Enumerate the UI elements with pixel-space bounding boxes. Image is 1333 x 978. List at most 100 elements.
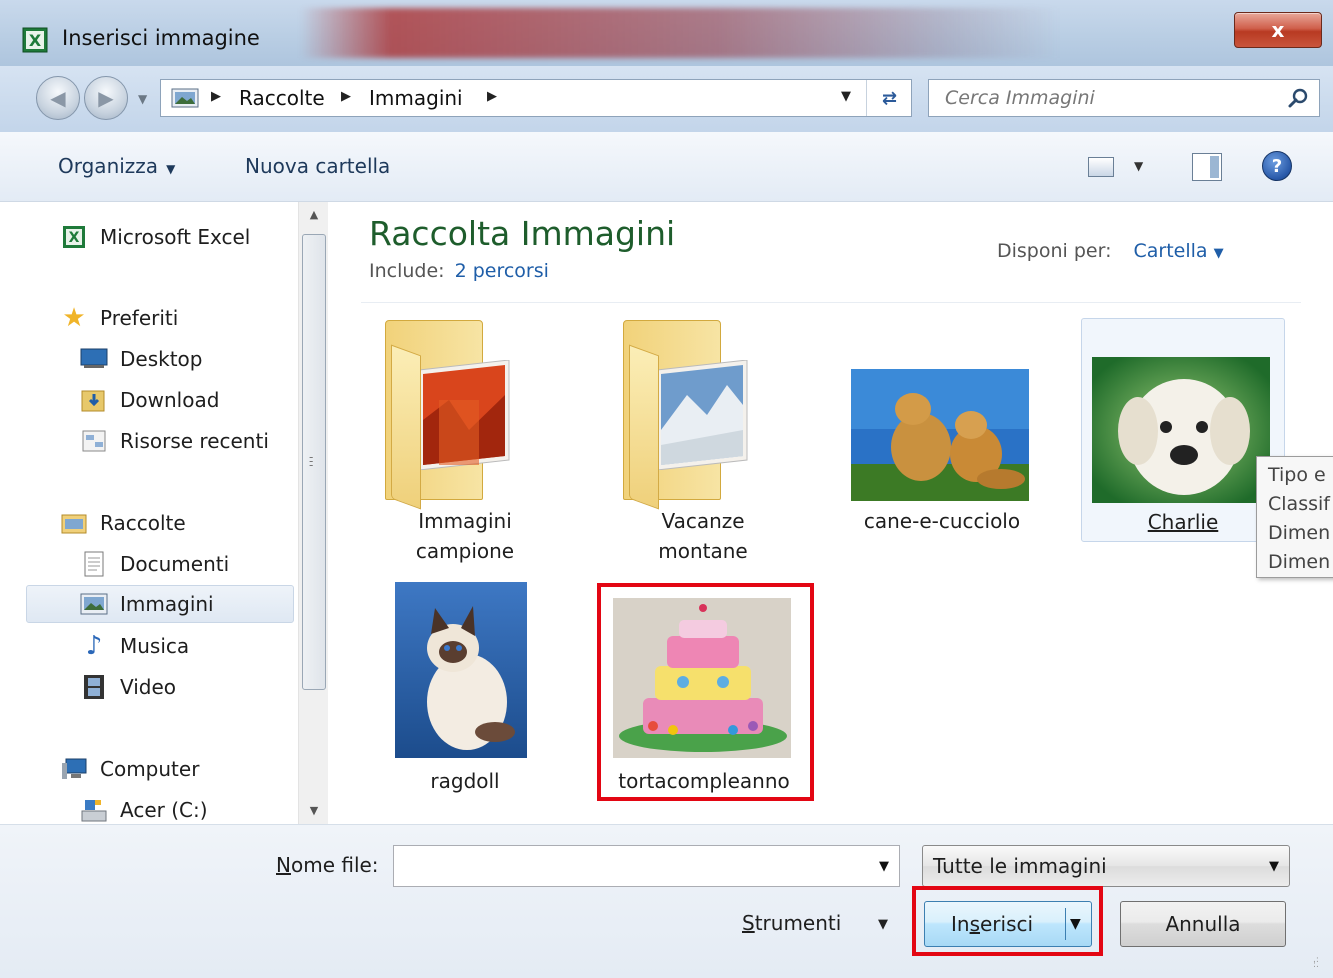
nav-item-label: Acer (C:) bbox=[120, 798, 208, 822]
chevron-down-icon: ▼ bbox=[166, 162, 176, 176]
libraries-icon bbox=[60, 510, 88, 536]
nav-item-label: Desktop bbox=[120, 347, 203, 371]
scroll-up-icon[interactable]: ▲ bbox=[299, 202, 329, 228]
search-icon[interactable] bbox=[1287, 87, 1309, 109]
breadcrumb-separator-icon[interactable]: ▶ bbox=[487, 89, 497, 104]
organize-label: Organizza bbox=[58, 154, 159, 178]
nav-item-excel[interactable]: X Microsoft Excel bbox=[60, 218, 250, 256]
chevron-down-icon[interactable]: ▼ bbox=[879, 859, 889, 874]
resize-grip-icon[interactable]: .::. bbox=[1313, 956, 1327, 972]
video-icon bbox=[80, 674, 108, 700]
filename-input[interactable] bbox=[394, 846, 854, 886]
cancel-button[interactable]: Annulla bbox=[1120, 901, 1286, 947]
folder-item[interactable]: Immagini campione bbox=[361, 314, 569, 564]
address-dropdown-icon[interactable]: ▼ bbox=[841, 89, 851, 104]
filename-field[interactable]: ▼ bbox=[393, 845, 900, 887]
tooltip-line: Tipo e bbox=[1268, 464, 1326, 486]
nav-item-label: Raccolte bbox=[100, 511, 186, 535]
scrollbar-thumb[interactable]: --- bbox=[302, 234, 326, 690]
nav-item-label: Microsoft Excel bbox=[100, 225, 251, 249]
nav-item-music[interactable]: ♪ Musica bbox=[80, 627, 189, 665]
nav-item-documents[interactable]: Documenti bbox=[80, 545, 229, 583]
folder-photo-thumbnail bbox=[657, 360, 748, 470]
new-folder-button[interactable]: Nuova cartella bbox=[245, 154, 390, 178]
computer-icon bbox=[60, 756, 88, 782]
search-box[interactable] bbox=[928, 79, 1320, 117]
nav-item-computer[interactable]: Computer bbox=[60, 750, 199, 788]
help-icon[interactable]: ? bbox=[1262, 151, 1292, 181]
tools-menu[interactable]: Strumenti bbox=[742, 911, 841, 935]
nav-item-label: Computer bbox=[100, 757, 200, 781]
chevron-down-icon[interactable]: ▼ bbox=[878, 917, 888, 932]
highlight-box-insert bbox=[912, 886, 1103, 956]
item-tooltip: Tipo e Classif Dimen Dimen bbox=[1256, 456, 1333, 578]
item-label: Charlie bbox=[1147, 510, 1219, 534]
item-label: ragdoll bbox=[430, 769, 500, 793]
item-label: cane-e-cucciolo bbox=[863, 509, 1021, 533]
puppy-thumbnail bbox=[1092, 357, 1270, 503]
highlight-box-cake bbox=[597, 583, 814, 801]
breadcrumb-raccolte[interactable]: Raccolte bbox=[239, 86, 325, 110]
breadcrumb-separator-icon[interactable]: ▶ bbox=[341, 89, 351, 104]
nav-scrollbar[interactable]: ▲ --- ▼ bbox=[298, 202, 328, 824]
filetype-value: Tutte le immagini bbox=[933, 854, 1107, 878]
filename-label: Nome file: bbox=[276, 853, 379, 877]
hard-drive-icon bbox=[80, 797, 108, 823]
excel-icon: X bbox=[60, 224, 88, 250]
back-button[interactable]: ◀ bbox=[36, 76, 80, 120]
arrange-by-dropdown[interactable]: Cartella ▼ bbox=[1133, 240, 1223, 262]
image-item[interactable]: ragdoll bbox=[361, 580, 569, 800]
navigation-pane: X Microsoft Excel ★ Preferiti Desktop Do… bbox=[0, 202, 330, 824]
breadcrumb-immagini[interactable]: Immagini bbox=[369, 86, 463, 110]
nav-item-label: Video bbox=[120, 675, 177, 699]
arrange-label: Disponi per: bbox=[997, 240, 1112, 262]
nav-item-pictures[interactable]: Immagini bbox=[26, 585, 294, 623]
address-bar[interactable]: ▶ Raccolte ▶ Immagini ▶ ▼ ⇄ bbox=[160, 79, 912, 117]
close-icon: x bbox=[1271, 18, 1285, 42]
svg-text:X: X bbox=[29, 31, 42, 50]
organize-menu[interactable]: Organizza ▼ bbox=[58, 154, 175, 178]
forward-arrow-icon: ▶ bbox=[98, 86, 114, 110]
pictures-icon bbox=[80, 591, 108, 617]
folder-icon bbox=[623, 320, 753, 510]
preview-pane-icon[interactable] bbox=[1192, 153, 1222, 181]
nav-item-desktop[interactable]: Desktop bbox=[80, 340, 202, 378]
chevron-down-icon: ▼ bbox=[1269, 859, 1279, 874]
close-button[interactable]: x bbox=[1234, 12, 1322, 48]
new-folder-label: Nuova cartella bbox=[245, 154, 391, 178]
svg-text:X: X bbox=[69, 230, 80, 246]
address-row: ◀ ▶ ▼ ▶ Raccolte ▶ Immagini ▶ ▼ ⇄ bbox=[0, 66, 1333, 132]
breadcrumb-separator-icon: ▶ bbox=[211, 89, 221, 104]
change-view-icon[interactable] bbox=[1088, 157, 1114, 177]
arrange-by: Disponi per: Cartella ▼ bbox=[997, 240, 1224, 262]
filename-label-rest: ome file: bbox=[290, 853, 379, 877]
image-item-selected[interactable]: Charlie bbox=[1081, 318, 1285, 542]
tooltip-line: Dimen bbox=[1268, 522, 1331, 544]
folder-item[interactable]: Vacanze montane bbox=[599, 314, 807, 564]
download-folder-icon bbox=[80, 387, 108, 413]
nav-item-libraries[interactable]: Raccolte bbox=[60, 504, 186, 542]
window-title: Inserisci immagine bbox=[62, 26, 260, 50]
star-icon: ★ bbox=[62, 303, 86, 333]
include-label: Include: bbox=[369, 260, 445, 282]
search-input[interactable] bbox=[929, 80, 1269, 116]
scroll-down-icon[interactable]: ▼ bbox=[299, 798, 329, 824]
nav-item-download[interactable]: Download bbox=[80, 381, 219, 419]
view-options-dropdown-icon[interactable]: ▼ bbox=[1134, 159, 1143, 173]
recent-places-icon bbox=[80, 428, 108, 454]
image-item[interactable]: cane-e-cucciolo bbox=[839, 314, 1045, 564]
library-include: Include: 2 percorsi bbox=[369, 260, 549, 282]
refresh-icon: ⇄ bbox=[881, 87, 898, 109]
include-locations-link[interactable]: 2 percorsi bbox=[455, 260, 549, 282]
forward-button[interactable]: ▶ bbox=[84, 76, 128, 120]
recent-pages-dropdown[interactable]: ▼ bbox=[138, 92, 147, 106]
filetype-select[interactable]: Tutte le immagini ▼ bbox=[922, 845, 1290, 887]
nav-item-label: Documenti bbox=[120, 552, 230, 576]
nav-item-video[interactable]: Video bbox=[80, 668, 176, 706]
nav-item-label: Immagini bbox=[120, 592, 214, 616]
desktop-icon bbox=[80, 346, 108, 372]
nav-item-recent[interactable]: Risorse recenti bbox=[80, 422, 269, 460]
nav-item-favorites[interactable]: ★ Preferiti bbox=[60, 299, 178, 337]
title-bar-glow bbox=[300, 8, 1060, 58]
refresh-button[interactable]: ⇄ bbox=[866, 80, 912, 116]
